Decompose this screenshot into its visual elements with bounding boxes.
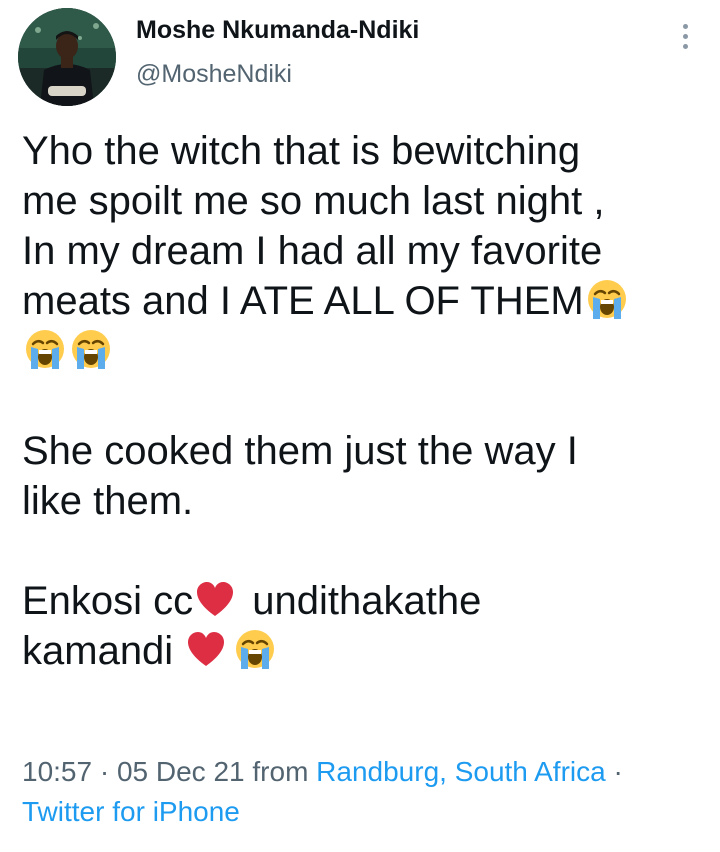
more-options-icon[interactable] — [670, 18, 700, 54]
meta-separator: · — [99, 756, 110, 787]
red-heart-icon — [188, 632, 225, 666]
tweet-card: Moshe Nkumanda-Ndiki @MosheNdiki Yho the… — [0, 0, 720, 852]
avatar[interactable] — [18, 8, 116, 106]
tweet-line: like them. — [22, 479, 194, 523]
location-link[interactable]: Randburg, South Africa — [316, 756, 606, 787]
loudly-crying-face-icon — [72, 330, 110, 369]
tweet-line: She cooked them just the way I — [22, 429, 578, 473]
meta-line: 10:57 · 05 Dec 21 from Randburg, South A… — [22, 752, 712, 792]
emoji-line — [22, 326, 712, 376]
tweet-line: me spoilt me so much last night , — [22, 179, 605, 223]
tweet-line: Yho the witch that is bewitching — [22, 129, 581, 173]
loudly-crying-face-icon — [587, 280, 626, 319]
author-name[interactable]: Moshe Nkumanda-Ndiki — [136, 16, 419, 45]
tweet-text: Yho the witch that is bewitching me spoi… — [22, 126, 712, 676]
tweet-time[interactable]: 10:57 — [22, 756, 92, 787]
tweet-line-with-emoji: meats and I ATE ALL OF THEM — [22, 276, 712, 326]
tweet-line: In my dream I had all my favorite — [22, 229, 603, 273]
tweet-line-with-emoji: kamandi — [22, 626, 712, 676]
tweet-line: Enkosi cc — [22, 579, 194, 623]
loudly-crying-face-icon — [26, 330, 64, 369]
loudly-crying-face-icon — [236, 630, 275, 669]
tweet-line: kamandi — [22, 629, 174, 673]
red-heart-icon — [197, 582, 234, 616]
tweet-line: undithakathe — [252, 579, 482, 623]
author-handle[interactable]: @MosheNdiki — [136, 60, 292, 89]
tweet-line-with-emoji: Enkosi cc undithakathe — [22, 576, 712, 626]
tweet-date[interactable]: 05 Dec 21 — [117, 756, 245, 787]
meta-separator: · — [613, 756, 623, 787]
source-link[interactable]: Twitter for iPhone — [22, 792, 712, 832]
tweet-meta: 10:57 · 05 Dec 21 from Randburg, South A… — [22, 752, 712, 832]
tweet-line: meats and I ATE ALL OF THEM — [22, 279, 584, 323]
from-label: from — [252, 756, 309, 787]
